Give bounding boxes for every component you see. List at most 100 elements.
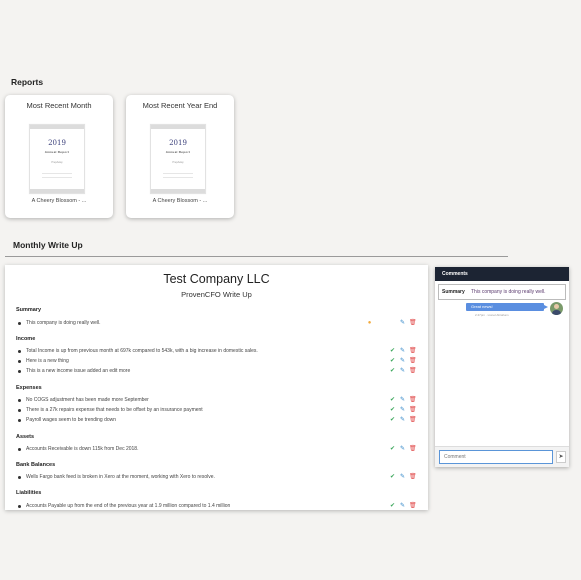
comment-context: Summary This company is doing really wel… xyxy=(438,284,566,300)
thumb-year: 2019 xyxy=(169,139,187,147)
trash-icon[interactable]: 🗑 xyxy=(409,319,417,327)
report-card-caption: A Cheery Blossom - ... xyxy=(152,198,208,204)
trash-icon[interactable]: 🗑 xyxy=(409,473,417,481)
pencil-icon[interactable]: ✎ xyxy=(399,319,406,327)
list-item-text: Total Income is up from previous month a… xyxy=(26,348,258,354)
trash-icon[interactable]: 🗑 xyxy=(409,396,417,404)
report-thumbnail[interactable]: 2019 Annual Report PrepAway xyxy=(150,124,206,194)
list-item-text: Wells Fargo bank feed is broken in Xero … xyxy=(26,474,215,480)
pencil-icon[interactable]: ✎ xyxy=(399,367,406,375)
section-title-bank-balances: Bank Balances xyxy=(16,462,56,468)
thumb-rule xyxy=(163,177,193,178)
check-icon[interactable]: ✔ xyxy=(389,502,396,510)
list-item: Accounts Receivable is down 115k from De… xyxy=(16,445,421,453)
thumb-subtitle: Annual Report xyxy=(44,150,70,154)
list-item: Accounts Payable up from the end of the … xyxy=(16,502,421,510)
avatar-body xyxy=(552,310,561,315)
pencil-icon[interactable]: ✎ xyxy=(399,416,406,424)
check-icon[interactable]: ✔ xyxy=(389,473,396,481)
comment-composer: ➤ xyxy=(435,446,569,467)
bullet-dot xyxy=(18,408,21,412)
section-title-income: Income xyxy=(16,336,36,342)
bullet-dot xyxy=(18,359,21,363)
list-item-text: Accounts Receivable is down 115k from De… xyxy=(26,446,139,452)
pencil-icon[interactable]: ✎ xyxy=(399,347,406,355)
thumb-top-bar xyxy=(30,125,84,129)
thumb-rule xyxy=(42,173,72,174)
thumb-rule xyxy=(163,173,193,174)
trash-icon[interactable]: 🗑 xyxy=(409,502,417,510)
avatar-head xyxy=(554,304,559,309)
avatar xyxy=(550,302,563,315)
trash-icon[interactable]: 🗑 xyxy=(409,357,417,365)
reports-heading: Reports xyxy=(11,77,44,87)
thumb-rule xyxy=(42,177,72,178)
list-item-text: There is a 27k repairs expense that need… xyxy=(26,407,203,413)
thumb-line: PrepAway xyxy=(51,161,63,164)
report-thumbnail[interactable]: 2019 Annual Report PrepAway xyxy=(29,124,85,194)
list-item-text: Payroll wages seem to be trending down xyxy=(26,417,117,423)
trash-icon[interactable]: 🗑 xyxy=(409,416,417,424)
comment-context-label: Summary xyxy=(442,289,465,295)
bullet-dot xyxy=(18,447,21,451)
trash-icon[interactable]: 🗑 xyxy=(409,347,417,355)
comment-icon[interactable]: ● xyxy=(366,319,373,327)
pencil-icon[interactable]: ✎ xyxy=(399,445,406,453)
thumb-bottom-bar xyxy=(30,189,84,193)
thumb-bottom-bar xyxy=(151,189,205,193)
report-card-most-recent-month[interactable]: Most Recent Month 2019 Annual Report Pre… xyxy=(5,95,113,218)
pencil-icon[interactable]: ✎ xyxy=(399,357,406,365)
report-card-most-recent-year-end[interactable]: Most Recent Year End 2019 Annual Report … xyxy=(126,95,234,218)
list-item-text: This company is doing really well. xyxy=(26,320,101,326)
pencil-icon[interactable]: ✎ xyxy=(399,396,406,404)
thumb-year: 2019 xyxy=(48,139,66,147)
section-title-liabilities: Liabilities xyxy=(16,490,42,496)
comment-meta: 2:47pm · Lionel Abraham xyxy=(475,313,509,317)
check-icon[interactable]: ✔ xyxy=(389,347,396,355)
list-item: This is a new income issue added an edit… xyxy=(16,367,421,375)
pencil-icon[interactable]: ✎ xyxy=(399,502,406,510)
trash-icon[interactable]: 🗑 xyxy=(409,445,417,453)
pencil-icon[interactable]: ✎ xyxy=(399,406,406,414)
check-icon[interactable]: ✔ xyxy=(389,406,396,414)
bullet-dot xyxy=(18,349,21,353)
list-item-text: No COGS adjustment has been made more Se… xyxy=(26,397,149,403)
thumb-top-bar xyxy=(151,125,205,129)
list-item: Payroll wages seem to be trending down ✔… xyxy=(16,416,421,424)
comments-header: Comments xyxy=(435,267,569,281)
bullet-dot xyxy=(18,418,21,422)
bullet-dot xyxy=(18,504,21,508)
bullet-dot xyxy=(18,369,21,373)
check-icon[interactable]: ✔ xyxy=(389,367,396,375)
report-card-title: Most Recent Month xyxy=(26,101,92,110)
bullet-dot xyxy=(18,321,21,325)
check-icon[interactable]: ✔ xyxy=(389,396,396,404)
check-icon[interactable]: ✔ xyxy=(389,416,396,424)
monthly-write-up-heading: Monthly Write Up xyxy=(13,240,83,250)
list-item-text: This is a new income issue added an edit… xyxy=(26,368,131,374)
send-button[interactable]: ➤ xyxy=(556,451,566,463)
send-icon: ➤ xyxy=(558,454,564,460)
section-title-expenses: Expenses xyxy=(16,385,42,391)
comment-input[interactable] xyxy=(439,450,553,464)
check-icon[interactable]: ✔ xyxy=(389,445,396,453)
bullet-dot xyxy=(18,398,21,402)
list-item-text: Here is a new thing xyxy=(26,358,69,364)
comment-message: Great news! xyxy=(466,303,548,311)
write-up-document: Test Company LLC ProvenCFO Write Up Summ… xyxy=(5,265,428,510)
list-item: Wells Fargo bank feed is broken in Xero … xyxy=(16,473,421,481)
list-item: No COGS adjustment has been made more Se… xyxy=(16,396,421,404)
list-item-text: Accounts Payable up from the end of the … xyxy=(26,503,231,509)
check-icon[interactable]: ✔ xyxy=(389,357,396,365)
trash-icon[interactable]: 🗑 xyxy=(409,367,417,375)
comments-panel: Comments Summary This company is doing r… xyxy=(435,267,569,467)
bullet-dot xyxy=(18,475,21,479)
section-title-summary: Summary xyxy=(16,307,42,313)
pencil-icon[interactable]: ✎ xyxy=(399,473,406,481)
section-divider xyxy=(5,256,508,257)
thumb-line: PrepAway xyxy=(172,161,184,164)
company-name: Test Company LLC xyxy=(163,272,270,286)
trash-icon[interactable]: 🗑 xyxy=(409,406,417,414)
section-title-assets: Assets xyxy=(16,434,35,440)
report-card-title: Most Recent Year End xyxy=(142,101,218,110)
